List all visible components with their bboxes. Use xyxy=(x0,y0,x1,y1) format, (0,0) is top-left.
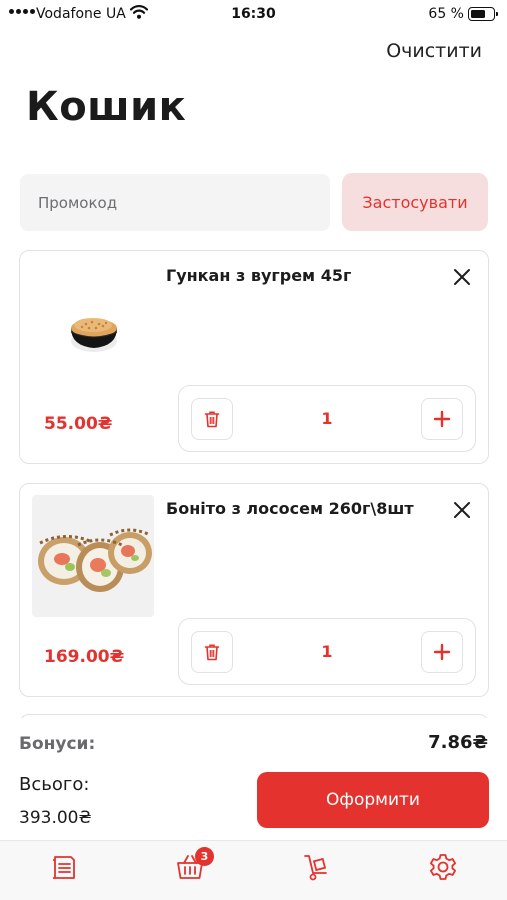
remove-item-close-icon[interactable] xyxy=(450,498,474,522)
item-price: 169.00₴ xyxy=(44,647,125,667)
delete-button[interactable] xyxy=(191,631,233,673)
gunkan-eel-image xyxy=(32,262,154,384)
delivery-icon[interactable] xyxy=(300,851,332,883)
cart-item: Боніто з лососем 260г\8шт 169.00₴ 1 xyxy=(19,483,489,697)
battery-percent: 65 % xyxy=(428,6,464,22)
promo-code-input[interactable] xyxy=(20,174,330,231)
bonus-value: 7.86₴ xyxy=(428,732,488,753)
settings-icon[interactable] xyxy=(427,851,459,883)
status-bar: Vodafone UA 16:30 65 % xyxy=(0,0,507,30)
cart-item: Гункан з вугрем 45г 55.00₴ 1 xyxy=(19,250,489,464)
quantity-stepper: 1 xyxy=(178,385,476,452)
cart-count-badge: 3 xyxy=(195,847,214,866)
item-price: 55.00₴ xyxy=(44,414,113,434)
battery-icon xyxy=(468,7,498,21)
item-name: Гункан з вугрем 45г xyxy=(166,266,352,285)
checkout-button[interactable]: Оформити xyxy=(257,772,489,828)
plus-icon xyxy=(433,643,451,661)
tab-bar: 3 xyxy=(0,840,507,900)
bonus-label: Бонуси: xyxy=(19,734,96,754)
bonito-salmon-roll-image xyxy=(32,495,154,617)
trash-icon xyxy=(204,411,220,428)
total-value: 393.00₴ xyxy=(19,808,92,828)
page-title: Кошик xyxy=(26,84,187,130)
remove-item-close-icon[interactable] xyxy=(450,265,474,289)
total-label: Всього: xyxy=(19,774,90,795)
clear-cart-button[interactable]: Очистити xyxy=(386,40,482,62)
item-name: Боніто з лососем 260г\8шт xyxy=(166,499,414,518)
menu-icon[interactable] xyxy=(48,851,80,883)
increase-button[interactable] xyxy=(421,631,463,673)
apply-promo-button[interactable]: Застосувати xyxy=(342,173,488,231)
order-summary: Бонуси: 7.86₴ Всього: 393.00₴ Оформити xyxy=(0,718,507,840)
trash-icon xyxy=(204,644,220,661)
plus-icon xyxy=(433,410,451,428)
delete-button[interactable] xyxy=(191,398,233,440)
quantity-stepper: 1 xyxy=(178,618,476,685)
increase-button[interactable] xyxy=(421,398,463,440)
